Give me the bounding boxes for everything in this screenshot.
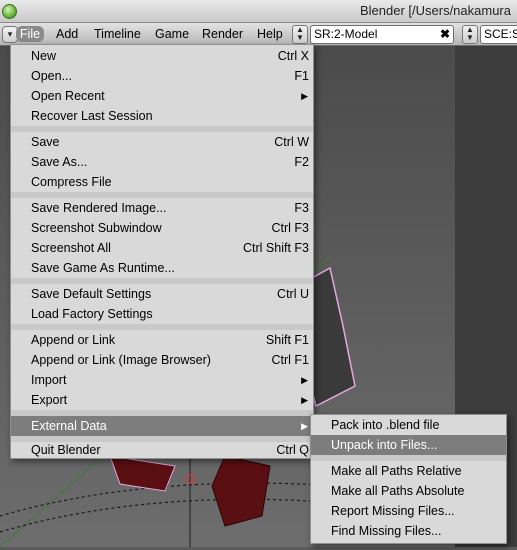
- file-menu: New Ctrl X Open... F1 Open Recent ▶ Reco…: [10, 44, 314, 459]
- window-title: Blender [/Users/nakamura: [359, 3, 511, 18]
- mesh-object-red-1: [109, 455, 176, 492]
- menu-item-shortcut: Ctrl X: [277, 49, 309, 63]
- menu-render[interactable]: Render: [202, 26, 243, 42]
- menu-item-make-paths-relative[interactable]: Make all Paths Relative: [311, 461, 506, 481]
- menu-item-pack-into-blend[interactable]: Pack into .blend file: [311, 415, 506, 435]
- menu-item-label: Save Default Settings: [31, 287, 152, 301]
- menu-item-label: Open Recent: [31, 89, 105, 103]
- menu-item-label: Save Rendered Image...: [31, 201, 167, 215]
- menu-item-shortcut: Ctrl U: [277, 287, 309, 301]
- menu-item-export[interactable]: Export ▶: [11, 390, 313, 410]
- window-zoom-button[interactable]: [2, 4, 17, 19]
- submenu-arrow-icon: ▶: [301, 421, 308, 431]
- menu-item-shortcut: F2: [294, 155, 309, 169]
- scene-field[interactable]: SCE:S: [480, 25, 517, 44]
- menu-item-label: Save Game As Runtime...: [31, 261, 175, 275]
- screen-close-icon[interactable]: ✖: [440, 26, 450, 43]
- menu-item-new[interactable]: New Ctrl X: [11, 46, 313, 66]
- menu-item-shortcut: Ctrl Shift F3: [243, 241, 309, 255]
- menu-file[interactable]: File: [16, 26, 44, 42]
- menu-item-unpack-into-files[interactable]: Unpack into Files...: [311, 435, 506, 455]
- screen-browse-icon[interactable]: ▲ ▼: [292, 25, 308, 44]
- menu-item-save-rendered-image[interactable]: Save Rendered Image... F3: [11, 198, 313, 218]
- menu-item-label: Pack into .blend file: [331, 418, 440, 432]
- screen-layout-value: SR:2-Model: [314, 27, 378, 41]
- menu-add[interactable]: Add: [56, 26, 78, 42]
- menu-item-label: Compress File: [31, 175, 112, 189]
- menu-item-shortcut: F3: [294, 201, 309, 215]
- menu-item-label: Import: [31, 373, 67, 387]
- menu-item-open-recent[interactable]: Open Recent ▶: [11, 86, 313, 106]
- menu-item-label: Save: [31, 135, 60, 149]
- menu-help[interactable]: Help: [257, 26, 283, 42]
- menu-item-label: Screenshot Subwindow: [31, 221, 162, 235]
- menu-item-save-default-settings[interactable]: Save Default Settings Ctrl U: [11, 284, 313, 304]
- submenu-arrow-icon: ▶: [301, 375, 308, 385]
- menu-item-label: Save As...: [31, 155, 88, 169]
- menu-item-compress-file[interactable]: Compress File: [11, 172, 313, 192]
- scene-value: SCE:S: [484, 27, 517, 41]
- menu-item-label: Make all Paths Absolute: [331, 484, 465, 498]
- menu-item-quit-blender[interactable]: Quit Blender Ctrl Q: [11, 442, 313, 458]
- menu-item-save-as[interactable]: Save As... F2: [11, 152, 313, 172]
- menu-item-label: External Data: [31, 419, 107, 433]
- menu-item-label: Recover Last Session: [31, 109, 153, 123]
- menu-item-find-missing-files[interactable]: Find Missing Files...: [311, 521, 506, 541]
- menu-item-save[interactable]: Save Ctrl W: [11, 132, 313, 152]
- screen-layout-field[interactable]: SR:2-Model ✖: [310, 25, 454, 44]
- menu-item-label: Export: [31, 393, 68, 407]
- menu-item-shortcut: Ctrl F3: [271, 221, 310, 235]
- submenu-arrow-icon: ▶: [301, 395, 308, 405]
- menu-item-recover-last-session[interactable]: Recover Last Session: [11, 106, 313, 126]
- window-title-bar: Blender [/Users/nakamura: [0, 0, 517, 23]
- menu-item-save-game-as-runtime[interactable]: Save Game As Runtime...: [11, 258, 313, 278]
- menu-item-make-paths-absolute[interactable]: Make all Paths Absolute: [311, 481, 506, 501]
- menu-item-label: Append or Link: [31, 333, 116, 347]
- menu-item-import[interactable]: Import ▶: [11, 370, 313, 390]
- menu-item-screenshot-all[interactable]: Screenshot All Ctrl Shift F3: [11, 238, 313, 258]
- menu-item-load-factory-settings[interactable]: Load Factory Settings: [11, 304, 313, 324]
- mesh-object-red-2: [211, 455, 271, 527]
- menu-item-shortcut: Ctrl F1: [271, 353, 310, 367]
- menu-item-label: Make all Paths Relative: [331, 464, 462, 478]
- external-data-submenu: Pack into .blend file Unpack into Files.…: [310, 414, 507, 544]
- menu-item-append-or-link-image-browser[interactable]: Append or Link (Image Browser) Ctrl F1: [11, 350, 313, 370]
- menu-item-append-or-link[interactable]: Append or Link Shift F1: [11, 330, 313, 350]
- menu-item-label: Load Factory Settings: [31, 307, 153, 321]
- menu-item-screenshot-subwindow[interactable]: Screenshot Subwindow Ctrl F3: [11, 218, 313, 238]
- menu-item-shortcut: Ctrl Q: [276, 443, 309, 457]
- menu-item-label: Append or Link (Image Browser): [31, 353, 211, 367]
- menu-item-label: Open...: [31, 69, 72, 83]
- menu-item-shortcut: Ctrl W: [274, 135, 309, 149]
- menu-timeline[interactable]: Timeline: [94, 26, 141, 42]
- menu-item-label: Screenshot All: [31, 241, 111, 255]
- menu-item-shortcut: F1: [294, 69, 309, 83]
- scene-browse-icon[interactable]: ▲ ▼: [462, 25, 478, 44]
- 3d-cursor-icon: [186, 474, 196, 484]
- menu-item-label: New: [31, 49, 57, 63]
- menu-item-label: Report Missing Files...: [331, 504, 455, 518]
- menu-item-report-missing-files[interactable]: Report Missing Files...: [311, 501, 506, 521]
- menu-item-shortcut: Shift F1: [265, 333, 309, 347]
- menu-item-label: Unpack into Files...: [331, 438, 438, 452]
- submenu-arrow-icon: ▶: [301, 91, 308, 101]
- menu-game[interactable]: Game: [155, 26, 189, 42]
- info-header: ▾ File Add Timeline Game Render Help ▲ ▼ …: [0, 23, 517, 46]
- menu-item-label: Quit Blender: [31, 443, 101, 457]
- menu-item-external-data[interactable]: External Data ▶: [11, 416, 313, 436]
- menu-item-label: Find Missing Files...: [331, 524, 442, 538]
- menu-item-open[interactable]: Open... F1: [11, 66, 313, 86]
